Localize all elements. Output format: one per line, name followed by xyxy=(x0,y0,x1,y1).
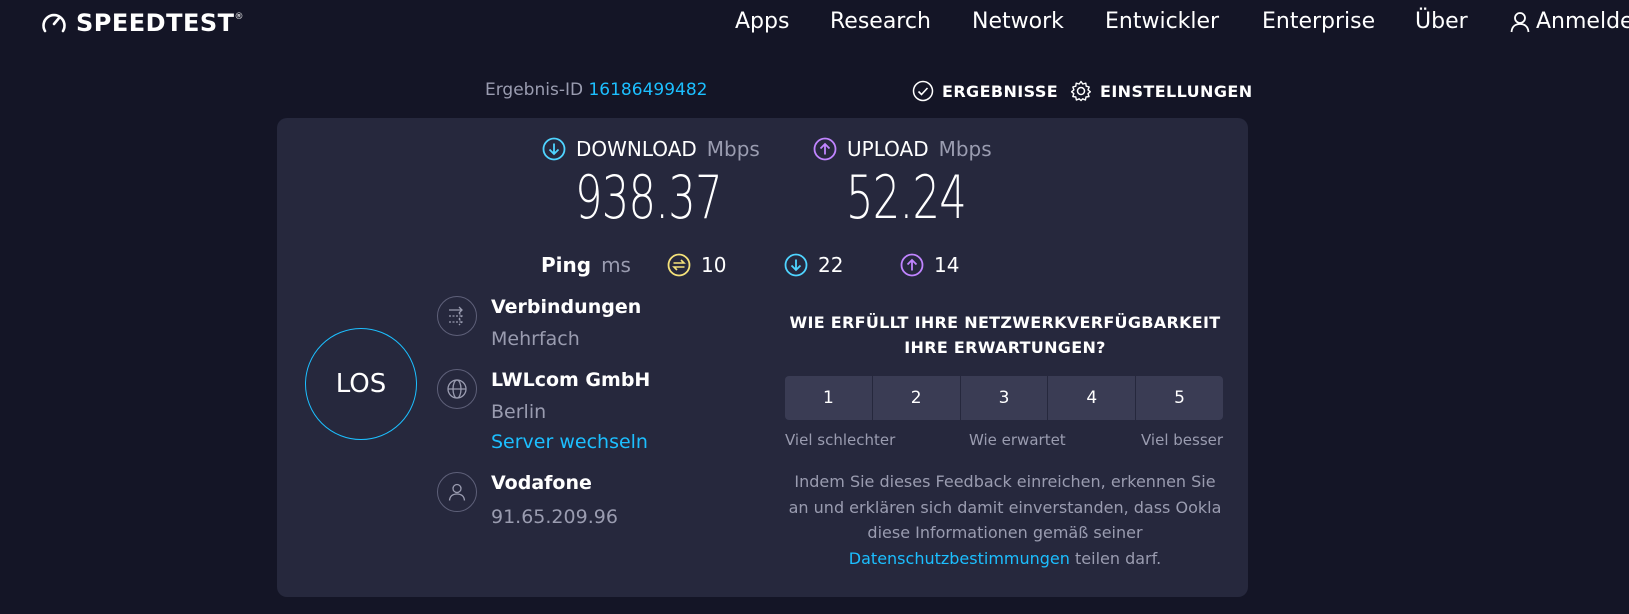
settings-button[interactable]: EINSTELLUNGEN xyxy=(1070,80,1253,102)
user-icon xyxy=(1510,12,1530,33)
rating-option-3[interactable]: 3 xyxy=(960,376,1048,420)
server-name: LWLcom GmbH xyxy=(491,369,651,391)
provider-ip: 91.65.209.96 xyxy=(491,506,618,528)
results-button[interactable]: ERGEBNISSE xyxy=(912,80,1058,102)
disclaimer-text: Indem Sie dieses Feedback einreichen, er… xyxy=(788,472,1222,542)
rating-option-2[interactable]: 2 xyxy=(872,376,960,420)
ping-unit: ms xyxy=(601,253,631,277)
connections-icon xyxy=(449,306,463,326)
ping-row: Ping ms xyxy=(541,253,631,277)
server-icon-wrap xyxy=(437,369,477,409)
download-label: DOWNLOAD Mbps xyxy=(542,137,760,161)
nav-apps[interactable]: Apps xyxy=(735,8,789,36)
result-id: Ergebnis-ID 16186499482 xyxy=(485,80,707,100)
speedometer-icon xyxy=(42,13,66,33)
rating-option-4[interactable]: 4 xyxy=(1048,376,1136,420)
speedtest-logo[interactable]: SPEEDTEST ® xyxy=(40,8,244,38)
arrow-down-circle-icon xyxy=(784,253,808,277)
scale-high-label: Viel besser xyxy=(1141,431,1224,449)
arrow-up-circle-icon xyxy=(900,253,924,277)
result-id-link[interactable]: 16186499482 xyxy=(588,80,707,100)
arrow-down-circle-icon xyxy=(542,137,566,161)
ping-download-value: 22 xyxy=(818,253,844,277)
login-link[interactable]: Anmelden xyxy=(1510,8,1629,36)
upload-value: 52.24 xyxy=(846,163,967,233)
scale-mid-label: Wie erwartet xyxy=(969,431,1066,449)
ping-upload-value: 14 xyxy=(934,253,960,277)
rating-scale: 1 2 3 4 5 xyxy=(785,376,1223,420)
nav-ueber[interactable]: Über xyxy=(1415,8,1468,36)
upload-title: UPLOAD xyxy=(847,137,929,161)
provider-name: Vodafone xyxy=(491,472,592,494)
rating-option-5[interactable]: 5 xyxy=(1136,376,1223,420)
ping-upload: 14 xyxy=(900,253,959,277)
nav-entwickler[interactable]: Entwickler xyxy=(1105,8,1219,36)
nav-network[interactable]: Network xyxy=(972,8,1064,36)
check-circle-icon xyxy=(912,80,934,102)
gear-icon xyxy=(1070,80,1091,102)
survey-question-line1: WIE ERFÜLLT IHRE NETZWERKVERFÜGBARKEIT xyxy=(789,313,1221,332)
arrow-up-circle-icon xyxy=(813,137,837,161)
go-button[interactable]: LOS xyxy=(305,328,417,440)
download-title: DOWNLOAD xyxy=(576,137,697,161)
result-id-label: Ergebnis-ID xyxy=(485,80,584,100)
connections-title: Verbindungen xyxy=(491,296,642,318)
rating-option-1[interactable]: 1 xyxy=(785,376,872,420)
user-icon xyxy=(448,483,466,501)
disclaimer-end: teilen darf. xyxy=(1069,548,1162,568)
scale-low-label: Viel schlechter xyxy=(785,431,896,449)
logo-trademark: ® xyxy=(234,12,244,22)
globe-icon xyxy=(447,379,467,399)
ping-idle-value: 10 xyxy=(701,253,727,277)
download-unit: Mbps xyxy=(706,137,760,161)
ping-label: Ping xyxy=(541,253,592,277)
ping-icon xyxy=(667,253,691,277)
download-value: 938.37 xyxy=(575,163,723,233)
survey-disclaimer: Indem Sie dieses Feedback einreichen, er… xyxy=(785,469,1225,571)
logo-text: SPEEDTEST xyxy=(76,9,235,37)
server-city: Berlin xyxy=(491,401,547,423)
survey-question: WIE ERFÜLLT IHRE NETZWERKVERFÜGBARKEIT I… xyxy=(785,310,1225,360)
settings-label: EINSTELLUNGEN xyxy=(1100,81,1253,101)
login-label: Anmelden xyxy=(1536,9,1629,34)
survey-question-line2: IHRE ERWARTUNGEN? xyxy=(904,338,1106,357)
change-server-link[interactable]: Server wechseln xyxy=(491,431,648,453)
ping-idle: 10 xyxy=(667,253,726,277)
results-label: ERGEBNISSE xyxy=(942,81,1059,101)
nav-research[interactable]: Research xyxy=(830,8,931,36)
connections-icon-wrap xyxy=(437,296,477,336)
upload-unit: Mbps xyxy=(938,137,992,161)
nav-enterprise[interactable]: Enterprise xyxy=(1262,8,1375,36)
upload-label: UPLOAD Mbps xyxy=(813,137,992,161)
privacy-policy-link[interactable]: Datenschutzbestimmungen xyxy=(849,549,1070,568)
connections-value: Mehrfach xyxy=(491,328,580,350)
provider-icon-wrap xyxy=(437,472,477,512)
ping-download: 22 xyxy=(784,253,843,277)
